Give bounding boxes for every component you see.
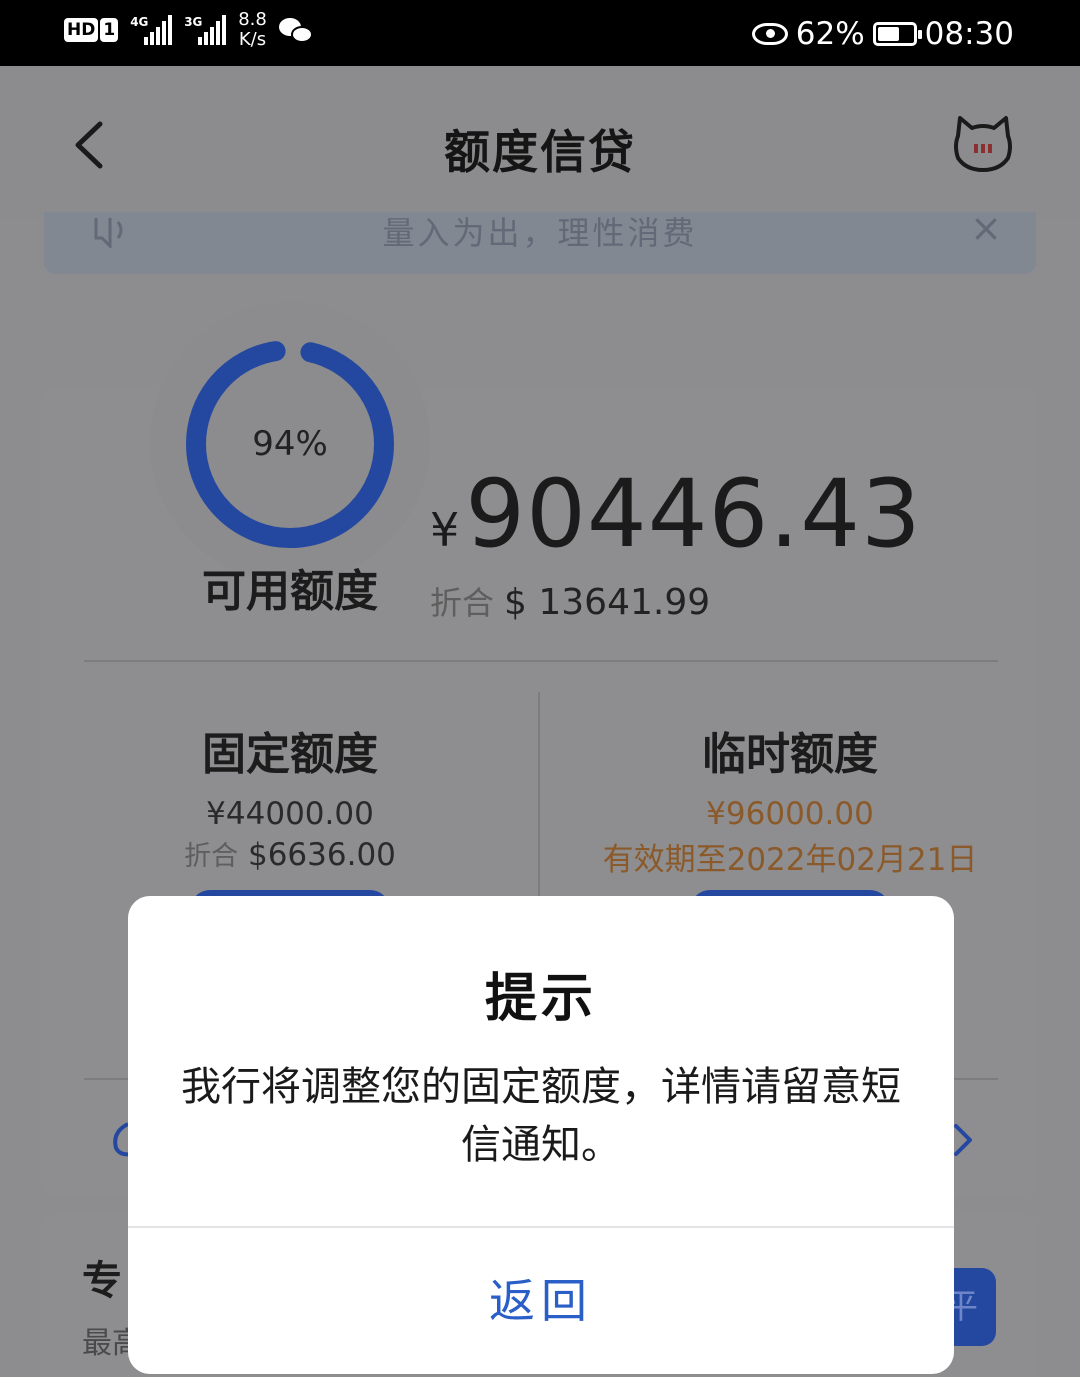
temporary-credit-validity: 有效期至2022年02月21日 — [602, 842, 978, 878]
nav-bar: 额度信贷 — [0, 66, 1080, 218]
promo-title: 专 — [82, 1258, 122, 1304]
speed-value: 8.8 — [238, 9, 267, 30]
available-credit-label: 可用额度 — [202, 566, 378, 617]
signal-4g-label: 4G — [130, 15, 149, 29]
wechat-icon — [278, 16, 313, 44]
fixed-credit-amount: ¥44000.00 — [206, 796, 374, 832]
available-usd: 折合 $ 13641.99 — [430, 578, 710, 624]
divider — [84, 660, 998, 662]
temporary-credit-amount: ¥96000.00 — [706, 796, 874, 832]
available-amount: ¥ 90446.43 — [430, 460, 922, 569]
page-title: 额度信贷 — [444, 125, 636, 179]
fixed-credit-title: 固定额度 — [202, 729, 378, 780]
speed-unit: K/s — [238, 29, 267, 50]
battery-icon — [872, 22, 922, 46]
usd-prefix: 折合 — [430, 584, 495, 622]
return-button[interactable]: 返回 — [128, 1228, 954, 1374]
eye-icon — [751, 23, 788, 45]
notice-text: 量入为出，理性消费 — [382, 214, 698, 252]
available-amount-value: 90446.43 — [465, 460, 922, 569]
status-right: 62% 08:30 — [751, 14, 1014, 54]
dialog-title: 提示 — [484, 969, 597, 1029]
status-bar: HD 1 4G 3G 8.8 K/s 62% 08:30 — [0, 0, 1080, 66]
signal-3g-label: 3G — [184, 15, 203, 29]
fixed-credit-usd: 折合 $6636.00 — [70, 834, 510, 873]
hd-icon: HD 1 — [64, 18, 119, 42]
fixed-usd-prefix: 折合 — [184, 841, 239, 872]
clock: 08:30 — [924, 16, 1014, 52]
notice-bar: 量入为出，理性消费 × — [44, 206, 1036, 274]
sim-label: 1 — [100, 18, 119, 42]
usage-percent: 94% — [252, 424, 328, 464]
signal-4g-icon: 4G — [130, 15, 173, 45]
usd-amount: $ 13641.99 — [504, 582, 711, 623]
hd-label: HD — [64, 18, 99, 42]
cat-mascot-icon[interactable] — [952, 114, 1014, 174]
dialog-message: 我行将调整您的固定额度，详情请留意短信通知。 — [181, 1064, 901, 1168]
signal-3g-icon: 3G — [184, 15, 227, 45]
alert-dialog: 提示 我行将调整您的固定额度，详情请留意短信通知。 返回 — [128, 896, 954, 1374]
currency-symbol: ¥ — [430, 503, 460, 557]
fixed-usd-amount: $6636.00 — [247, 837, 396, 873]
close-icon[interactable]: × — [970, 206, 1002, 250]
network-speed: 8.8 K/s — [238, 10, 267, 50]
battery-percent: 62% — [795, 16, 865, 52]
status-left: HD 1 4G 3G 8.8 K/s — [64, 10, 313, 50]
temporary-credit-title: 临时额度 — [702, 729, 878, 780]
